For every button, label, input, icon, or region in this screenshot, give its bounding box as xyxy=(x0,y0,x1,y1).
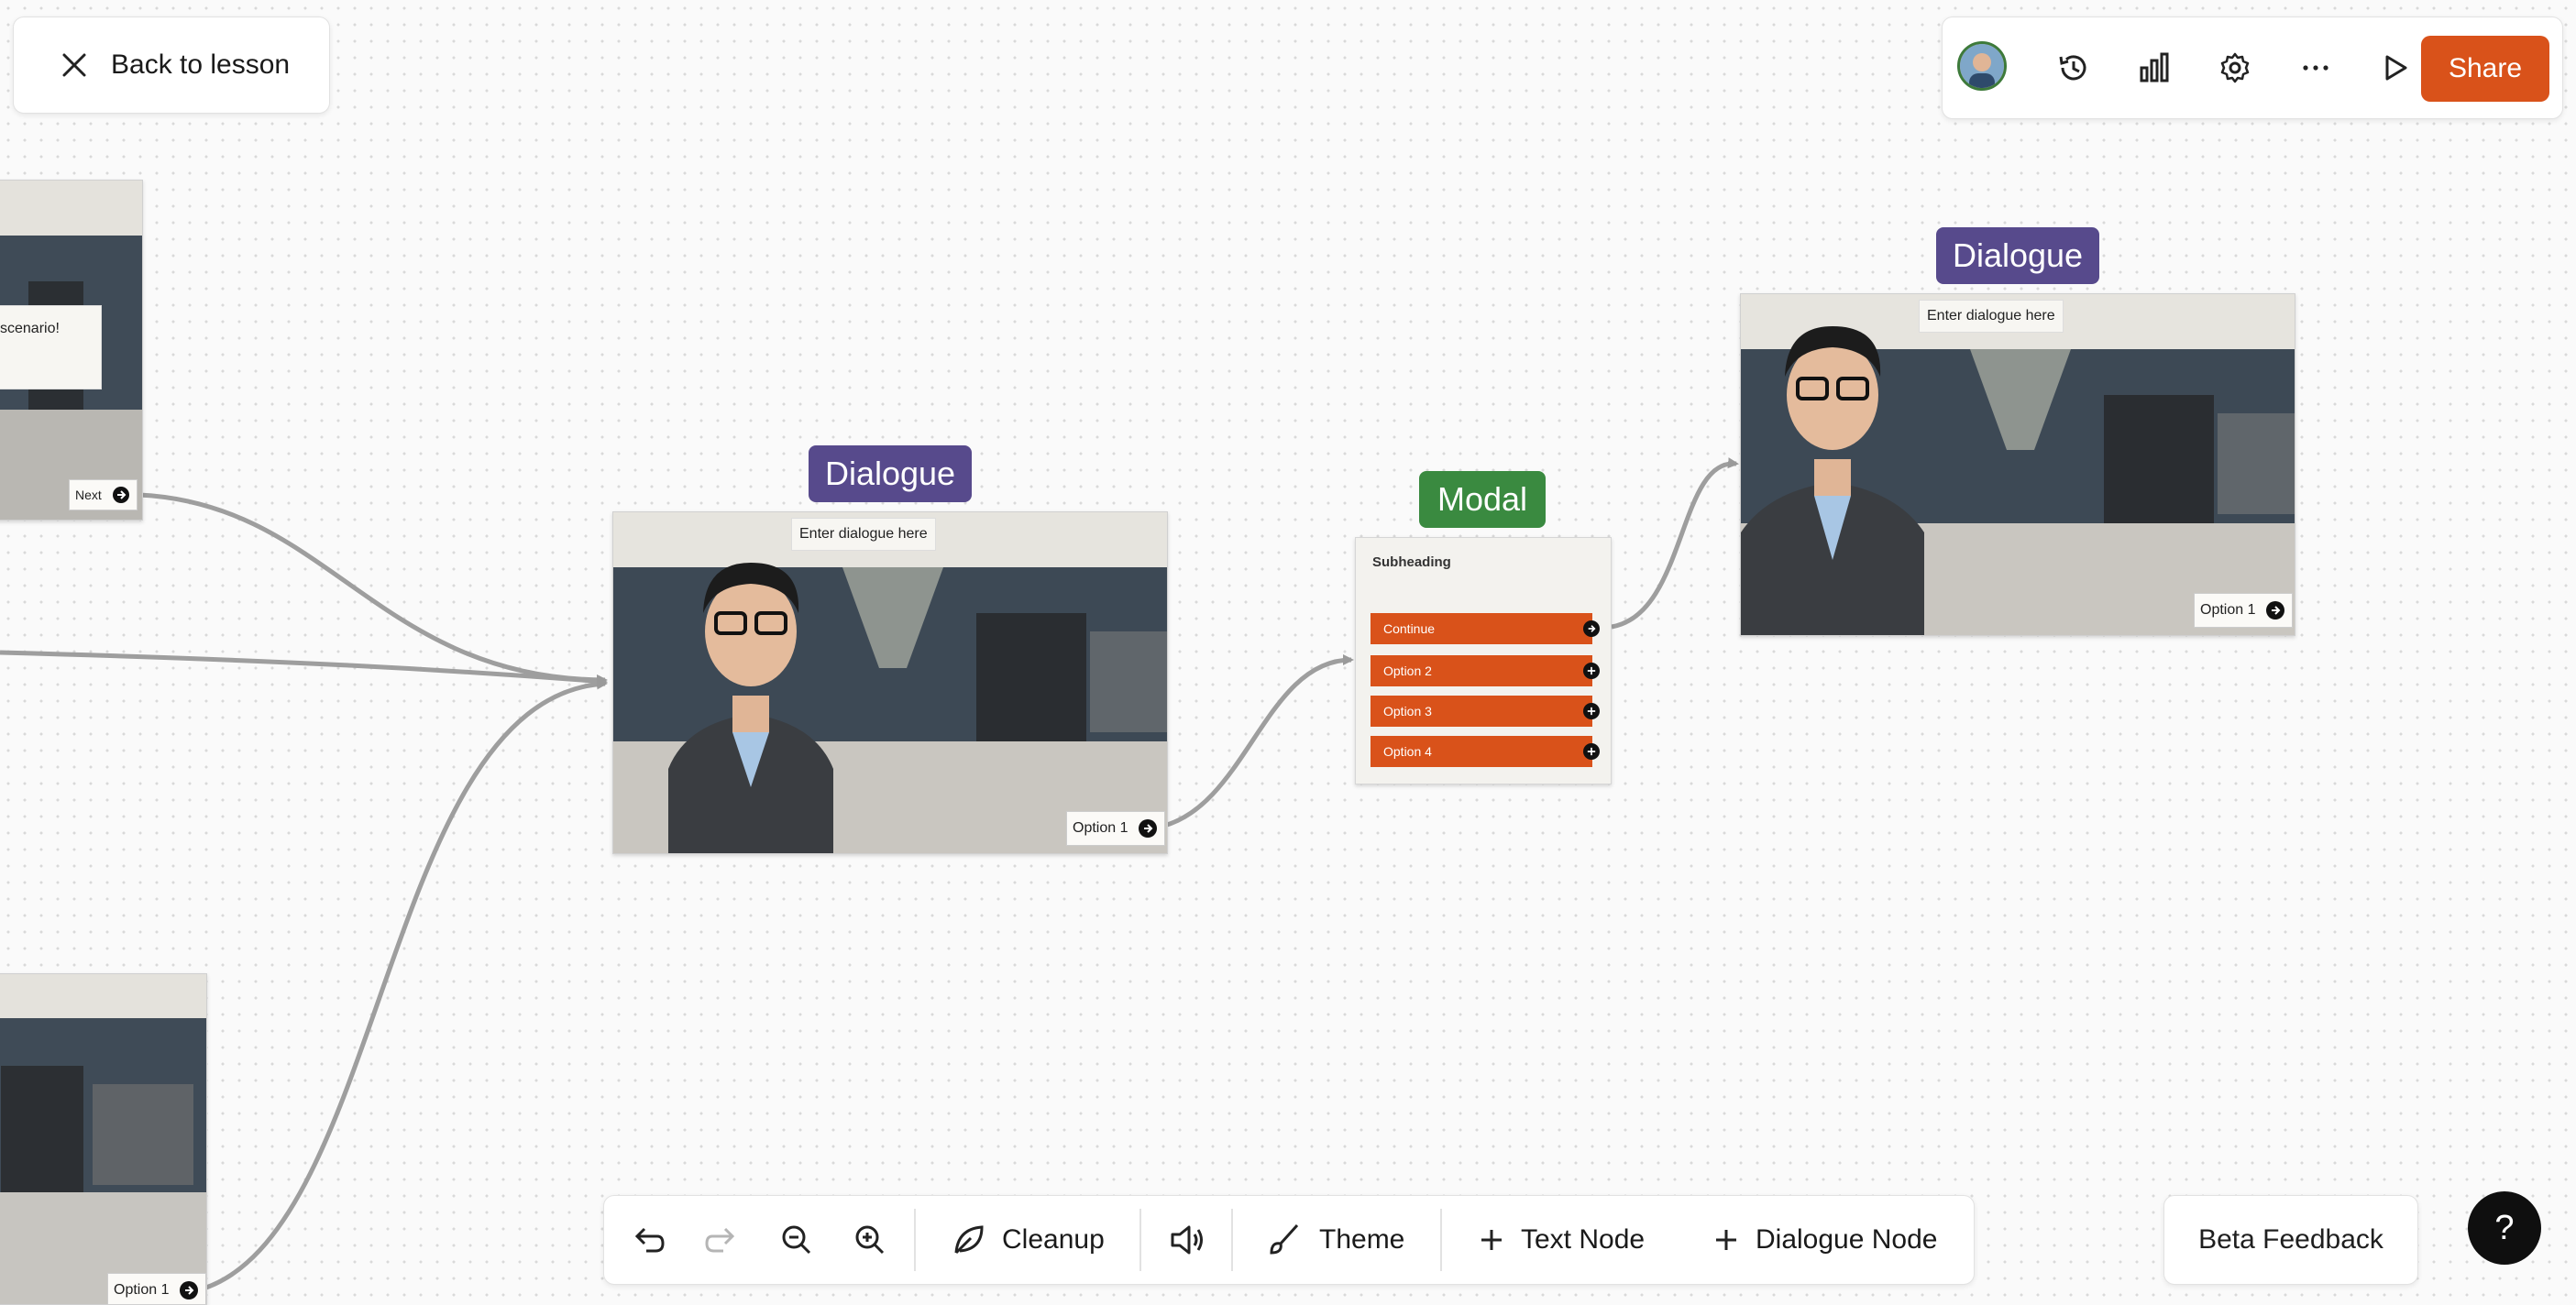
close-icon xyxy=(62,53,86,77)
modal-button-continue[interactable]: Continue xyxy=(1371,613,1600,644)
dialogue-text: scenario! xyxy=(0,321,60,336)
modal-button-option-4[interactable]: Option 4 xyxy=(1371,736,1600,767)
redo-icon[interactable] xyxy=(703,1196,740,1284)
toolbar-divider xyxy=(1440,1209,1442,1271)
plus-icon xyxy=(1716,1230,1736,1250)
zoom-out-icon[interactable] xyxy=(778,1196,815,1284)
leaf-icon xyxy=(954,1225,984,1255)
office-background xyxy=(0,974,206,1304)
play-icon[interactable] xyxy=(2372,45,2417,91)
plus-icon xyxy=(1481,1230,1502,1250)
modal-button-option-3[interactable]: Option 3 xyxy=(1371,696,1600,727)
dialogue-node-label: Dialogue Node xyxy=(1756,1224,1938,1255)
dialogue-node-tag: Dialogue xyxy=(1936,227,2099,284)
brush-icon xyxy=(1270,1223,1299,1255)
option-button[interactable]: Option 1 xyxy=(2194,593,2294,628)
scene-node-left-top[interactable]: scenario! Next xyxy=(0,180,143,521)
connector-modal-to-dialogue xyxy=(1611,457,1739,630)
zoom-in-icon[interactable] xyxy=(852,1196,888,1284)
dialogue-node-tag: Dialogue xyxy=(809,445,972,502)
history-icon[interactable] xyxy=(2051,45,2097,91)
toolbar-divider xyxy=(1231,1209,1233,1271)
dialogue-text-box[interactable]: Enter dialogue here xyxy=(791,518,936,551)
option-label: Option 1 xyxy=(1073,820,1128,836)
text-node-label: Text Node xyxy=(1521,1224,1646,1255)
plus-icon xyxy=(1583,743,1600,760)
cleanup-button[interactable]: Cleanup xyxy=(951,1196,1105,1284)
add-dialogue-node-button[interactable]: Dialogue Node xyxy=(1713,1196,1937,1284)
theme-button[interactable]: Theme xyxy=(1266,1196,1404,1284)
analytics-icon[interactable] xyxy=(2131,45,2177,91)
avatar-icon xyxy=(1960,44,2004,88)
plus-icon xyxy=(1583,703,1600,719)
toolbar-divider xyxy=(1139,1209,1141,1271)
arrow-right-icon xyxy=(1583,620,1600,637)
connector-bottom-to-dialogue xyxy=(203,678,608,1291)
add-text-node-button[interactable]: Text Node xyxy=(1479,1196,1645,1284)
option-label: Next xyxy=(75,488,102,502)
toolbar-divider xyxy=(914,1209,916,1271)
cleanup-label: Cleanup xyxy=(1002,1224,1105,1255)
connector-next-to-dialogue xyxy=(138,492,608,685)
modal-button-label: Continue xyxy=(1383,621,1436,636)
option-button[interactable]: Option 1 xyxy=(1066,811,1166,846)
modal-subheading: Subheading xyxy=(1372,554,1451,570)
arrow-right-icon xyxy=(1139,819,1158,838)
dialogue-node-right[interactable]: Enter dialogue here Option 1 xyxy=(1740,293,2295,636)
option-label: Option 1 xyxy=(2200,602,2256,618)
share-button[interactable]: Share xyxy=(2421,36,2549,102)
node-connections xyxy=(0,457,1739,1291)
theme-label: Theme xyxy=(1319,1224,1405,1255)
arrow-right-icon xyxy=(112,487,129,503)
modal-button-option-2[interactable]: Option 2 xyxy=(1371,655,1600,686)
connector-dialogue-to-modal xyxy=(1160,654,1354,829)
scene-node-left-bottom[interactable]: Option 1 xyxy=(0,973,207,1305)
office-character-image xyxy=(1741,294,2295,635)
more-icon[interactable] xyxy=(2293,45,2339,91)
modal-button-label: Option 2 xyxy=(1383,663,1432,678)
modal-node[interactable]: Subheading Continue Option 2 Option 3 Op… xyxy=(1355,537,1612,784)
help-button[interactable]: ? xyxy=(2468,1191,2541,1265)
undo-icon[interactable] xyxy=(630,1196,666,1284)
arrow-right-icon xyxy=(180,1281,199,1300)
modal-button-label: Option 4 xyxy=(1383,744,1432,759)
settings-icon[interactable] xyxy=(2212,45,2258,91)
arrow-right-icon xyxy=(2266,601,2285,620)
option-button[interactable]: Option 1 xyxy=(107,1273,206,1304)
modal-button-label: Option 3 xyxy=(1383,704,1432,718)
office-character-image xyxy=(613,512,1167,853)
modal-node-tag: Modal xyxy=(1419,471,1546,528)
dialogue-box: scenario! xyxy=(0,305,102,389)
beta-feedback-button[interactable]: Beta Feedback xyxy=(2163,1195,2418,1285)
option-button[interactable]: Next xyxy=(69,479,138,510)
option-label: Option 1 xyxy=(114,1282,170,1298)
dialogue-node-center[interactable]: Enter dialogue here Option 1 xyxy=(612,511,1168,854)
bottom-toolbar: Cleanup Theme Text Node Dialogue Node xyxy=(603,1195,1975,1285)
back-to-lesson-button[interactable]: Back to lesson xyxy=(13,16,330,114)
speaker-icon[interactable] xyxy=(1167,1196,1205,1284)
back-to-lesson-label: Back to lesson xyxy=(111,49,291,80)
top-toolbar: Share xyxy=(1942,16,2563,119)
plus-icon xyxy=(1583,663,1600,679)
dialogue-text-box[interactable]: Enter dialogue here xyxy=(1919,300,2064,333)
user-avatar[interactable] xyxy=(1957,41,2007,91)
